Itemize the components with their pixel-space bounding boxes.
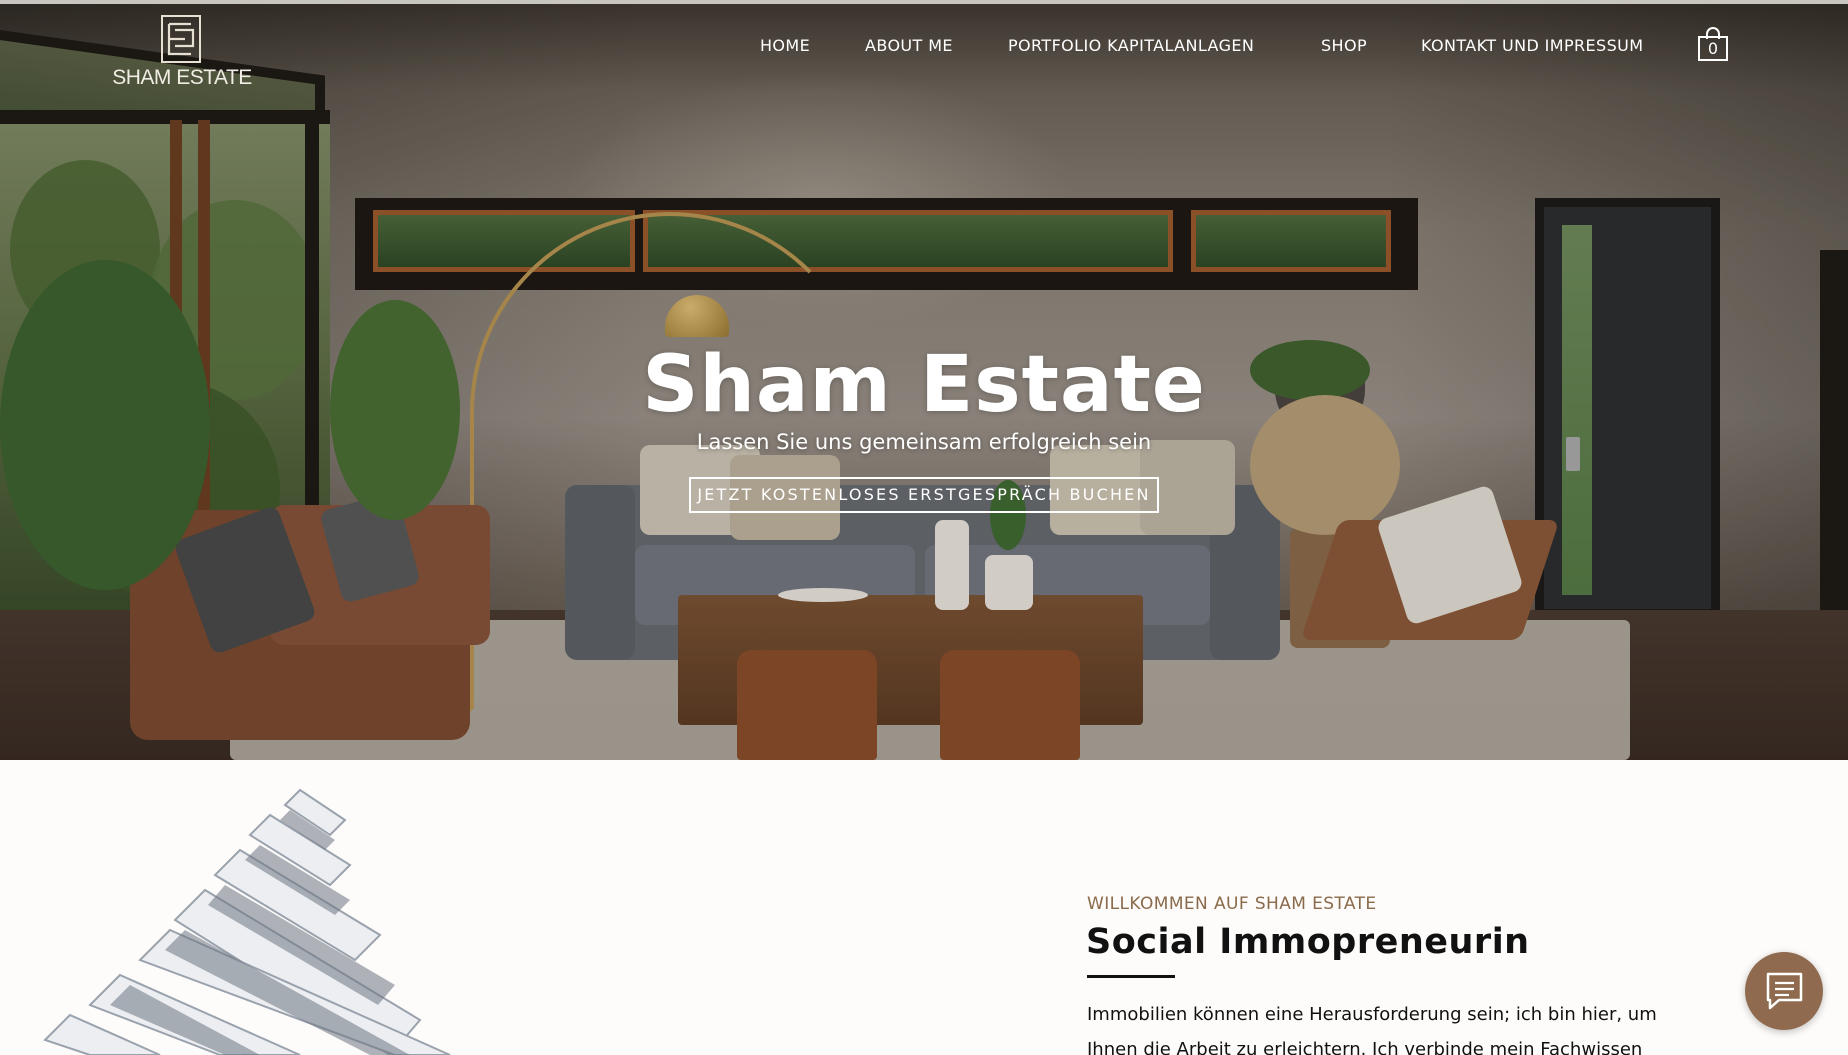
nav-item-home[interactable]: HOME <box>760 36 810 55</box>
building-illustration <box>43 788 451 1055</box>
heading-divider <box>1087 975 1175 978</box>
book-consultation-button[interactable]: JETZT KOSTENLOSES ERSTGESPRÄCH BUCHEN <box>689 477 1159 513</box>
nav-item-shop[interactable]: SHOP <box>1321 36 1367 55</box>
cart-count: 0 <box>1707 39 1719 58</box>
main-navigation: HOME ABOUT ME PORTFOLIO KAPITALANLAGEN S… <box>0 36 1848 62</box>
intro-paragraph: Immobilien können eine Herausforderung s… <box>1087 1004 1657 1055</box>
hero-subtitle: Lassen Sie uns gemeinsam erfolgreich sei… <box>696 430 1152 454</box>
logo-text: SHAM ESTATE <box>112 66 252 89</box>
hero-title: Sham Estate <box>642 340 1206 430</box>
intro-section: WILLKOMMEN AUF SHAM ESTATE Social Immopr… <box>0 760 1848 1055</box>
chat-icon <box>1766 972 1803 1010</box>
section-heading: Social Immopreneurin <box>1086 922 1530 962</box>
top-border <box>0 0 1848 4</box>
nav-item-portfolio[interactable]: PORTFOLIO KAPITALANLAGEN <box>1008 36 1254 55</box>
chat-button[interactable] <box>1745 952 1823 1030</box>
cart-button[interactable]: 0 <box>1697 26 1729 62</box>
nav-item-about-me[interactable]: ABOUT ME <box>865 36 953 55</box>
building-image <box>0 760 560 1055</box>
nav-item-kontakt[interactable]: KONTAKT UND IMPRESSUM <box>1421 36 1643 55</box>
section-eyebrow: WILLKOMMEN AUF SHAM ESTATE <box>1087 894 1377 914</box>
